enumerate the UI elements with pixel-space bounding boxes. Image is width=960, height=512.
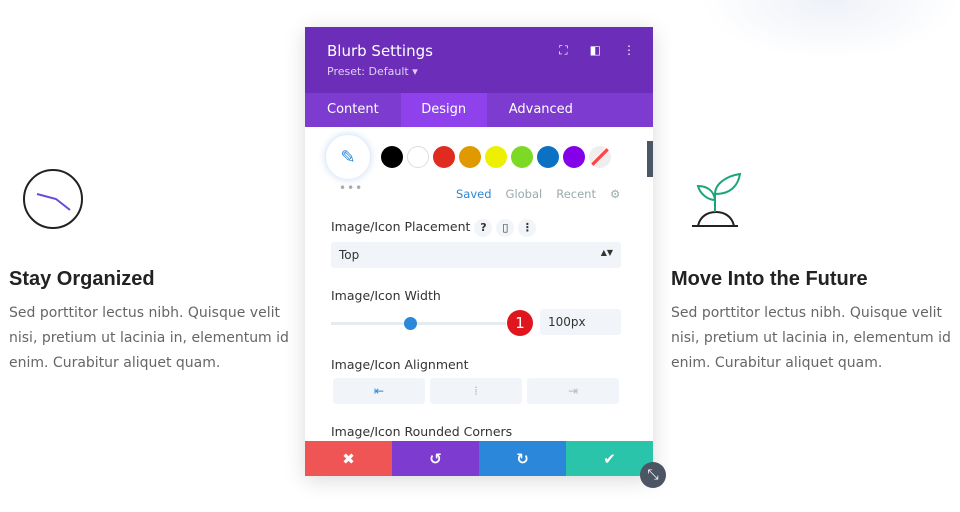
fullscreen-icon[interactable]: ⛶	[559, 43, 567, 58]
width-label: Image/Icon Width	[331, 288, 441, 303]
cancel-button[interactable]: ✖	[305, 441, 392, 476]
color-swatch[interactable]	[537, 146, 559, 168]
blurb-title: Stay Organized	[9, 268, 155, 290]
sprout-icon	[692, 172, 742, 227]
resize-handle-icon[interactable]: ⤡	[640, 462, 666, 488]
tab-design[interactable]: Design	[400, 93, 487, 127]
more-options-icon[interactable]: ⋮	[623, 43, 635, 58]
more-colors-icon[interactable]: •••	[339, 181, 363, 195]
placement-label: Image/Icon Placement	[331, 219, 471, 234]
redo-button[interactable]: ↻	[479, 441, 566, 476]
select-arrows-icon: ▲▼	[600, 248, 613, 257]
panel-header: Blurb Settings Preset: Default ▾ ⛶ ◧ ⋮	[305, 27, 653, 93]
color-tab-saved[interactable]: Saved	[456, 187, 492, 201]
color-swatch[interactable]	[485, 146, 507, 168]
color-swatch[interactable]	[511, 146, 533, 168]
alignment-label: Image/Icon Alignment	[331, 357, 469, 372]
eyedropper-icon: ✎	[340, 146, 356, 168]
options-icon[interactable]: ⋮	[518, 219, 537, 237]
tab-advanced[interactable]: Advanced	[487, 93, 595, 127]
no-color-swatch[interactable]	[589, 146, 611, 168]
color-swatch[interactable]	[381, 146, 403, 168]
rounded-corners-label: Image/Icon Rounded Corners	[331, 424, 513, 439]
placement-select[interactable]: Top ▲▼	[331, 242, 621, 268]
blurb-settings-panel: Blurb Settings Preset: Default ▾ ⛶ ◧ ⋮ C…	[305, 27, 653, 476]
color-tab-global[interactable]: Global	[506, 187, 543, 201]
width-input[interactable]: 100px	[540, 309, 621, 335]
preset-dropdown[interactable]: Preset: Default ▾	[327, 65, 631, 78]
align-center-button[interactable]: ⁞	[430, 378, 522, 404]
color-swatch[interactable]	[433, 146, 455, 168]
align-left-button[interactable]: ⇤	[333, 378, 425, 404]
blurb-right: Move Into the Future Sed porttitor lectu…	[671, 268, 960, 376]
color-swatch[interactable]	[459, 146, 481, 168]
split-view-icon[interactable]: ◧	[590, 43, 601, 58]
width-slider[interactable]	[331, 322, 506, 325]
undo-button[interactable]: ↺	[392, 441, 479, 476]
slider-handle[interactable]	[403, 317, 417, 330]
background-decoration	[700, 0, 960, 60]
placement-value: Top	[339, 248, 360, 262]
panel-tabs: Content Design Advanced	[305, 93, 653, 127]
scrollbar[interactable]	[647, 141, 653, 177]
color-swatch[interactable]	[563, 146, 585, 168]
align-right-button[interactable]: ⇥	[527, 378, 619, 404]
color-tab-recent[interactable]: Recent	[556, 187, 596, 201]
gear-icon[interactable]: ⚙	[610, 187, 620, 201]
tab-content[interactable]: Content	[305, 93, 401, 127]
blurb-title: Move Into the Future	[671, 268, 868, 290]
blurb-left: Stay Organized Sed porttitor lectus nibh…	[9, 268, 299, 376]
mobile-icon[interactable]: ▯	[496, 219, 515, 237]
blurb-text: Sed porttitor lectus nibh. Quisque velit…	[671, 305, 951, 371]
clock-icon	[23, 169, 83, 229]
step-badge: 1	[507, 310, 533, 336]
color-swatch[interactable]	[407, 146, 429, 168]
help-icon[interactable]: ?	[474, 219, 493, 237]
eyedropper-button[interactable]: ✎	[326, 135, 370, 179]
blurb-text: Sed porttitor lectus nibh. Quisque velit…	[9, 305, 289, 371]
